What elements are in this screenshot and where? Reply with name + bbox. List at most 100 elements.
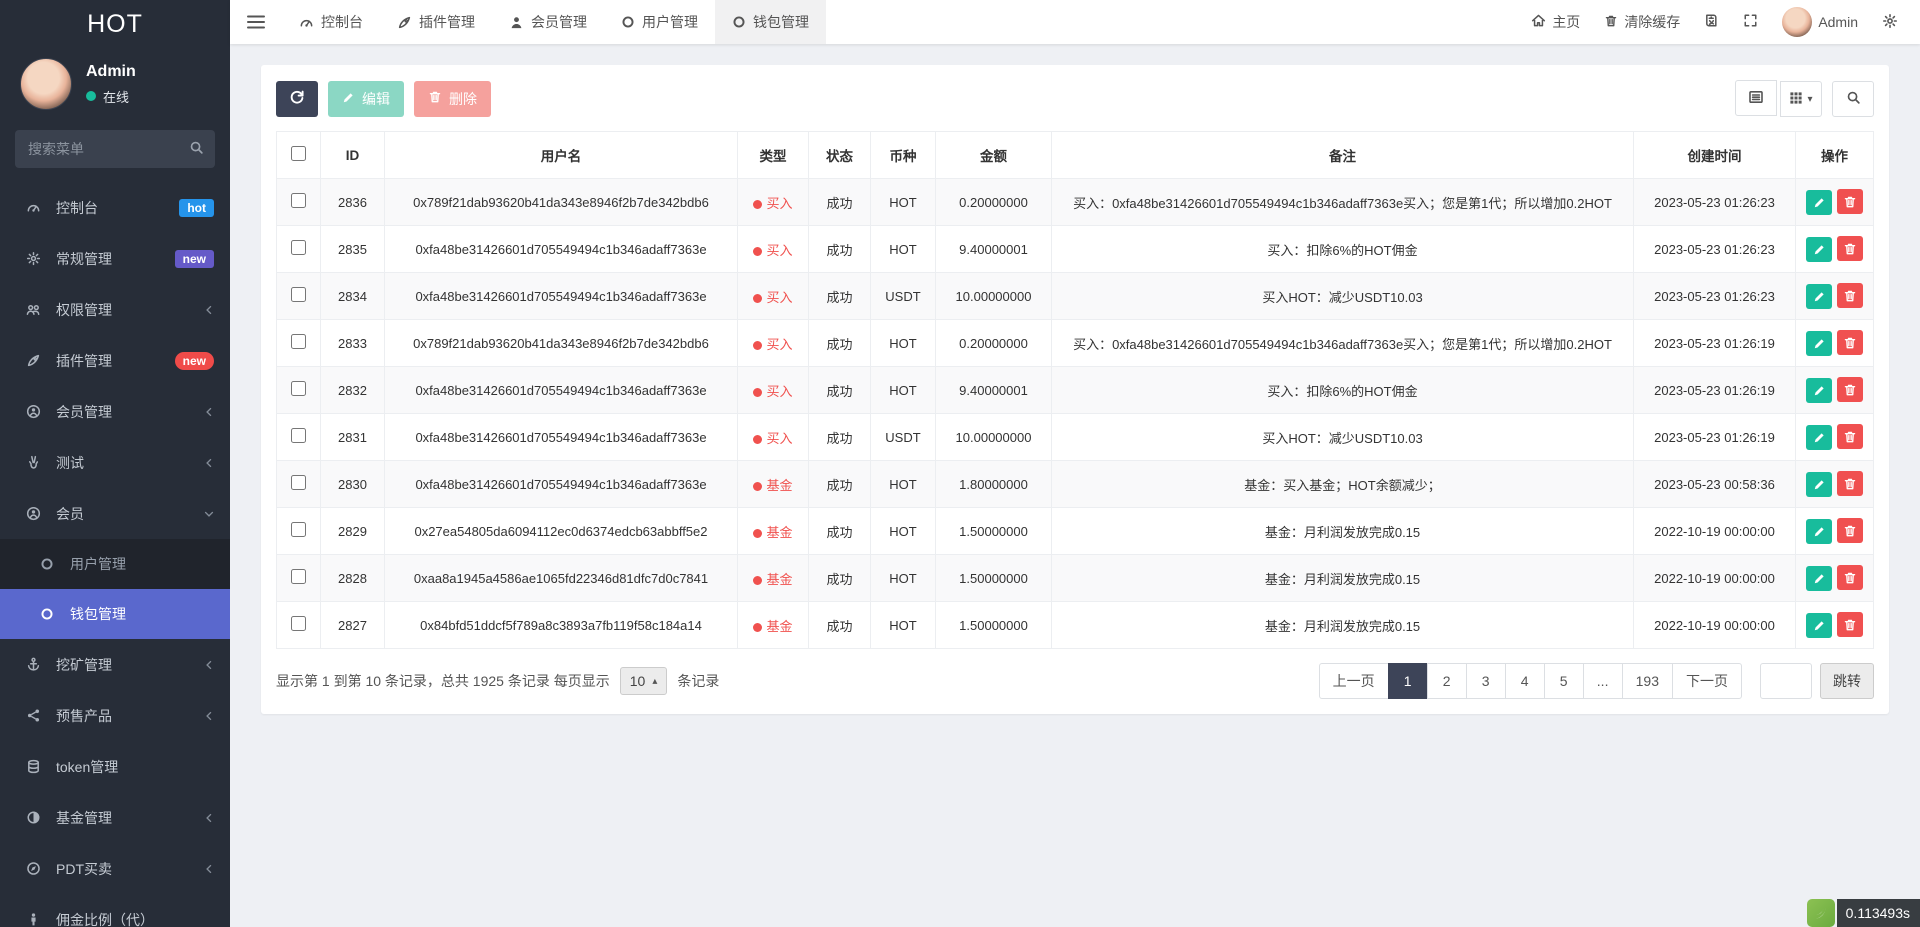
edit-row-button[interactable] bbox=[1806, 190, 1832, 215]
search-toggle-button[interactable] bbox=[1832, 81, 1874, 117]
page-button-page-193[interactable]: 193 bbox=[1622, 663, 1673, 699]
tab-addon[interactable]: 插件管理 bbox=[380, 0, 492, 44]
sidebar-item-console[interactable]: 控制台hot bbox=[0, 182, 230, 233]
menu-toggle-button[interactable] bbox=[230, 0, 282, 44]
row-checkbox[interactable] bbox=[291, 616, 306, 631]
delete-row-button[interactable] bbox=[1837, 330, 1863, 355]
sidebar-item-label: 常规管理 bbox=[56, 249, 112, 269]
row-checkbox[interactable] bbox=[291, 522, 306, 537]
tab-wallet[interactable]: 钱包管理 bbox=[715, 0, 826, 44]
view-list-button[interactable] bbox=[1735, 80, 1777, 116]
sidebar-profile: Admin 在线 bbox=[0, 48, 230, 126]
menu-search bbox=[15, 130, 215, 168]
row-checkbox[interactable] bbox=[291, 428, 306, 443]
cell-status: 成功 bbox=[809, 273, 871, 320]
delete-row-button[interactable] bbox=[1837, 471, 1863, 496]
delete-row-button[interactable] bbox=[1837, 189, 1863, 214]
cell-status: 成功 bbox=[809, 602, 871, 649]
sidebar-item-member[interactable]: 会员 bbox=[0, 488, 230, 539]
sidebar-item-test[interactable]: 测试 bbox=[0, 437, 230, 488]
topbar-user[interactable]: Admin bbox=[1782, 7, 1858, 37]
sidebar-subitem-wallet[interactable]: 钱包管理 bbox=[0, 589, 230, 639]
page-button-page-4[interactable]: 4 bbox=[1505, 663, 1545, 699]
tab-console[interactable]: 控制台 bbox=[282, 0, 380, 44]
select-all-checkbox[interactable] bbox=[291, 146, 306, 161]
delete-row-button[interactable] bbox=[1837, 424, 1863, 449]
row-checkbox[interactable] bbox=[291, 193, 306, 208]
page-button-prev[interactable]: 上一页 bbox=[1319, 663, 1389, 699]
page-button-ellipsis[interactable]: ... bbox=[1583, 663, 1623, 699]
sidebar-item-token[interactable]: token管理 bbox=[0, 741, 230, 792]
edit-row-button[interactable] bbox=[1806, 284, 1832, 309]
pencil-icon bbox=[342, 91, 355, 107]
sidebar-item-pdt[interactable]: PDT买卖 bbox=[0, 843, 230, 894]
cell-coin: HOT bbox=[871, 367, 936, 414]
cell-amount: 10.00000000 bbox=[936, 273, 1052, 320]
edit-button[interactable]: 编辑 bbox=[328, 81, 404, 117]
sidebar-item-general[interactable]: 常规管理new bbox=[0, 233, 230, 284]
delete-row-button[interactable] bbox=[1837, 518, 1863, 543]
table-row: 28360x789f21dab93620b41da343e8946f2b7de3… bbox=[277, 179, 1874, 226]
sidebar-item-presale[interactable]: 预售产品 bbox=[0, 690, 230, 741]
row-checkbox[interactable] bbox=[291, 475, 306, 490]
cell-type: 买入 bbox=[738, 179, 809, 226]
edit-row-button[interactable] bbox=[1806, 425, 1832, 450]
sidebar-item-member-manage[interactable]: 会员管理 bbox=[0, 386, 230, 437]
delete-row-button[interactable] bbox=[1837, 283, 1863, 308]
edit-row-button[interactable] bbox=[1806, 472, 1832, 497]
delete-row-button[interactable] bbox=[1837, 236, 1863, 261]
per-page-select[interactable]: 10▴ bbox=[620, 667, 668, 695]
edit-row-button[interactable] bbox=[1806, 378, 1832, 403]
menu-search-input[interactable] bbox=[15, 130, 215, 168]
home-link[interactable]: 主页 bbox=[1531, 12, 1580, 32]
jump-button[interactable]: 跳转 bbox=[1820, 663, 1874, 699]
settings-button[interactable] bbox=[1882, 13, 1898, 32]
sidebar-item-mining[interactable]: 挖矿管理 bbox=[0, 639, 230, 690]
edit-row-button[interactable] bbox=[1806, 566, 1832, 591]
sidebar-item-commission[interactable]: 佣金比例（代） bbox=[0, 894, 230, 927]
cell-amount: 1.80000000 bbox=[936, 461, 1052, 508]
sidebar-item-addon[interactable]: 插件管理new bbox=[0, 335, 230, 386]
cell-status: 成功 bbox=[809, 414, 871, 461]
view-grid-button[interactable]: ▾ bbox=[1780, 81, 1822, 117]
cell-type: 买入 bbox=[738, 367, 809, 414]
cell-type: 买入 bbox=[738, 273, 809, 320]
delete-row-button[interactable] bbox=[1837, 565, 1863, 590]
type-dot-icon bbox=[753, 623, 762, 632]
sidebar-item-auth[interactable]: 权限管理 bbox=[0, 284, 230, 335]
fullscreen-button[interactable] bbox=[1743, 13, 1758, 31]
sidebar-subitem-user[interactable]: 用户管理 bbox=[0, 539, 230, 589]
cell-remark: 买入：扣除6%的HOT佣金 bbox=[1052, 226, 1634, 273]
edit-row-button[interactable] bbox=[1806, 331, 1832, 356]
page-button-next[interactable]: 下一页 bbox=[1672, 663, 1742, 699]
row-checkbox[interactable] bbox=[291, 287, 306, 302]
sidebar-item-fund[interactable]: 基金管理 bbox=[0, 792, 230, 843]
edit-row-button[interactable] bbox=[1806, 519, 1832, 544]
edit-row-button[interactable] bbox=[1806, 613, 1832, 638]
page-button-page-1[interactable]: 1 bbox=[1388, 663, 1428, 699]
page-button-page-5[interactable]: 5 bbox=[1544, 663, 1584, 699]
table-row: 28340xfa48be31426601d705549494c1b346adaf… bbox=[277, 273, 1874, 320]
row-checkbox[interactable] bbox=[291, 569, 306, 584]
row-checkbox[interactable] bbox=[291, 240, 306, 255]
delete-row-button[interactable] bbox=[1837, 377, 1863, 402]
delete-row-button[interactable] bbox=[1837, 612, 1863, 637]
page-jump-input[interactable] bbox=[1760, 663, 1812, 699]
cell-id: 2828 bbox=[321, 555, 385, 602]
delete-button[interactable]: 删除 bbox=[414, 81, 491, 117]
page-button-page-3[interactable]: 3 bbox=[1466, 663, 1506, 699]
row-checkbox[interactable] bbox=[291, 381, 306, 396]
clear-cache-link[interactable]: 清除缓存 bbox=[1604, 12, 1680, 32]
tab-member[interactable]: 会员管理 bbox=[492, 0, 604, 44]
sidebar-item-label: PDT买卖 bbox=[56, 859, 112, 879]
page-button-page-2[interactable]: 2 bbox=[1427, 663, 1467, 699]
language-button[interactable] bbox=[1704, 13, 1719, 31]
refresh-button[interactable] bbox=[276, 81, 318, 117]
users-icon bbox=[26, 302, 50, 317]
edit-row-button[interactable] bbox=[1806, 237, 1832, 262]
sidebar-avatar[interactable] bbox=[20, 58, 72, 110]
row-checkbox[interactable] bbox=[291, 334, 306, 349]
tab-user[interactable]: 用户管理 bbox=[604, 0, 715, 44]
cell-type: 基金 bbox=[738, 602, 809, 649]
cell-coin: HOT bbox=[871, 179, 936, 226]
